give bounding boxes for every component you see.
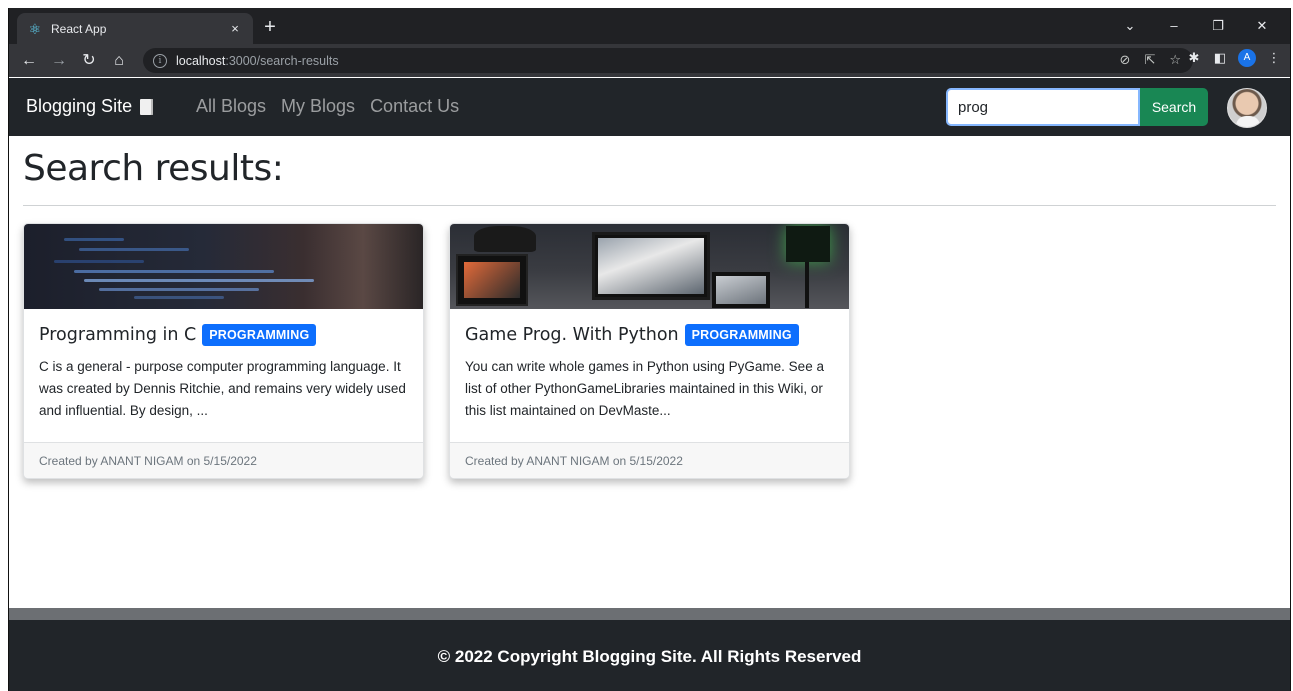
minimize-button[interactable]: –	[1152, 14, 1196, 38]
kebab-menu-icon[interactable]: ⋮	[1266, 50, 1282, 66]
tab-title: React App	[51, 21, 107, 36]
nav-links: All Blogs My Blogs Contact Us	[196, 96, 459, 117]
blog-card[interactable]: Programming in C PROGRAMMING C is a gene…	[23, 223, 424, 479]
bookmark-star-icon[interactable]: ☆	[1169, 52, 1181, 68]
forward-icon[interactable]: →	[45, 47, 73, 75]
restore-button[interactable]: ❐	[1196, 14, 1240, 38]
brand-link[interactable]: Blogging Site	[26, 96, 154, 117]
card-title-row: Game Prog. With Python PROGRAMMING	[465, 324, 834, 346]
window-controls: ⌄ – ❐ ✕	[1108, 14, 1284, 38]
toolbar-actions: ✱ ◧ A ⋮	[1186, 49, 1282, 67]
user-avatar[interactable]	[1227, 88, 1267, 128]
nav-link-contact-us[interactable]: Contact Us	[370, 96, 459, 117]
browser-toolbar: ← → ↻ ⌂ i localhost:3000/search-results …	[9, 44, 1290, 77]
copyright-text: © 2022 Copyright Blogging Site. All Righ…	[437, 647, 862, 666]
site-footer: © 2022 Copyright Blogging Site. All Righ…	[9, 620, 1290, 691]
card-footer: Created by ANANT NIGAM on 5/15/2022	[24, 442, 423, 478]
card-footer: Created by ANANT NIGAM on 5/15/2022	[450, 442, 849, 478]
page-title: Search results:	[23, 148, 284, 189]
tab-search-icon[interactable]: ⌄	[1108, 14, 1152, 38]
browser-window: ⚛ React App × + ⌄ – ❐ ✕ ← → ↻ ⌂ i localh…	[8, 8, 1291, 691]
blog-card[interactable]: Game Prog. With Python PROGRAMMING You c…	[449, 223, 850, 479]
back-icon[interactable]: ←	[15, 47, 43, 75]
tab-strip: ⚛ React App × + ⌄ – ❐ ✕	[9, 8, 1290, 44]
card-text: C is a general - purpose computer progra…	[39, 359, 406, 418]
category-badge: PROGRAMMING	[202, 324, 317, 346]
browser-tab[interactable]: ⚛ React App ×	[17, 13, 253, 44]
close-window-button[interactable]: ✕	[1240, 14, 1284, 38]
app-navbar: Blogging Site All Blogs My Blogs Contact…	[9, 78, 1290, 136]
card-text: You can write whole games in Python usin…	[465, 359, 824, 418]
notebook-icon	[140, 98, 154, 115]
new-tab-button[interactable]: +	[259, 16, 281, 38]
omnibox-icons: ⊘ ⇱ ☆	[1120, 52, 1181, 68]
divider	[23, 205, 1276, 206]
card-title[interactable]: Programming in C	[39, 325, 196, 345]
url-text: localhost:3000/search-results	[176, 53, 339, 68]
card-image-code	[24, 224, 423, 309]
react-logo-icon: ⚛	[28, 20, 42, 37]
close-tab-icon[interactable]: ×	[227, 21, 243, 36]
extensions-puzzle-icon[interactable]: ✱	[1186, 50, 1202, 66]
card-title[interactable]: Game Prog. With Python	[465, 325, 679, 345]
nav-link-all-blogs[interactable]: All Blogs	[196, 96, 266, 117]
eye-off-icon[interactable]: ⊘	[1120, 52, 1131, 68]
reload-icon[interactable]: ↻	[75, 47, 103, 75]
share-icon[interactable]: ⇱	[1144, 52, 1155, 68]
card-body: Programming in C PROGRAMMING C is a gene…	[39, 324, 408, 422]
nav-link-my-blogs[interactable]: My Blogs	[281, 96, 355, 117]
side-panel-icon[interactable]: ◧	[1212, 50, 1228, 66]
card-title-row: Programming in C PROGRAMMING	[39, 324, 408, 346]
search-button[interactable]: Search	[1140, 88, 1208, 126]
address-bar[interactable]: i localhost:3000/search-results ⊘ ⇱ ☆	[143, 48, 1193, 73]
search-input[interactable]	[946, 88, 1140, 126]
category-badge: PROGRAMMING	[684, 324, 799, 346]
home-icon[interactable]: ⌂	[105, 47, 133, 75]
footer-divider-bar	[9, 608, 1290, 620]
brand-text: Blogging Site	[26, 96, 133, 116]
card-image-gaming-setup	[450, 224, 849, 309]
site-info-icon[interactable]: i	[153, 53, 167, 68]
card-body: Game Prog. With Python PROGRAMMING You c…	[465, 324, 834, 422]
profile-avatar-icon[interactable]: A	[1238, 49, 1256, 67]
